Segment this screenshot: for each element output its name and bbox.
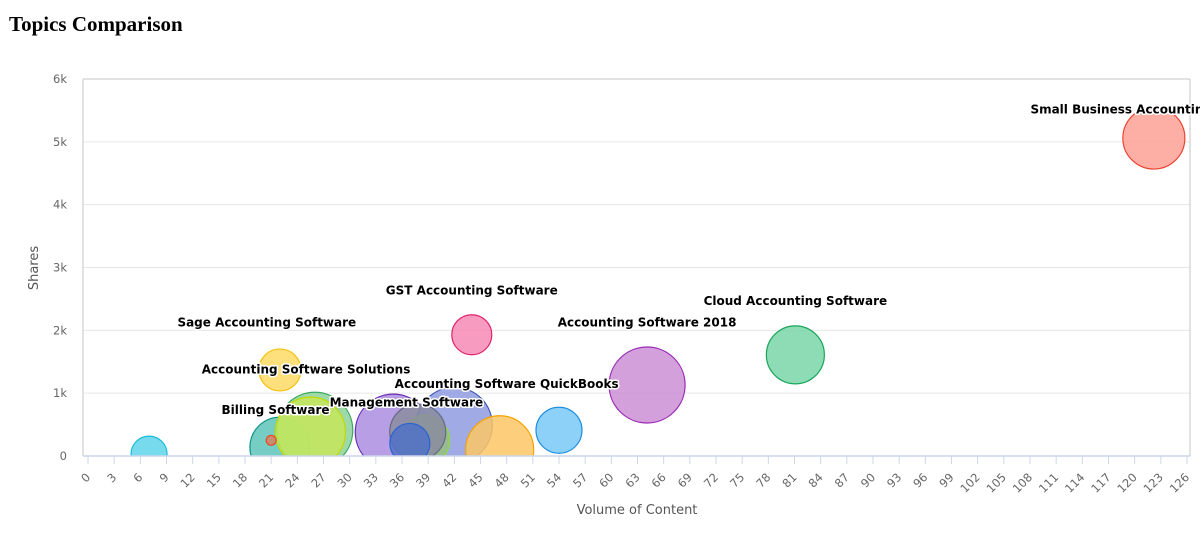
x-tick-label: 63 xyxy=(622,470,642,490)
x-tick-label: 102 xyxy=(957,470,982,495)
x-tick-label: 90 xyxy=(858,470,878,490)
bubble-label: Accounting Software Solutions xyxy=(202,363,411,377)
bubble[interactable] xyxy=(389,422,431,463)
x-tick-label: 51 xyxy=(518,470,538,490)
y-tick-label: 0 xyxy=(60,449,67,463)
y-tick-label: 2k xyxy=(53,323,67,337)
x-tick-label: 105 xyxy=(984,470,1009,495)
y-tick-label: 5k xyxy=(53,135,67,149)
bubble[interactable] xyxy=(265,434,277,446)
x-tick-label: 114 xyxy=(1062,470,1087,495)
x-tick-label: 21 xyxy=(256,470,276,490)
x-tick-label: 111 xyxy=(1036,470,1061,495)
x-tick-label: 24 xyxy=(282,470,302,490)
bubble[interactable] xyxy=(535,406,583,454)
x-tick-label: 39 xyxy=(413,470,433,490)
bubble-label: Sage Accounting Software xyxy=(177,316,356,330)
x-tick-label: 78 xyxy=(753,470,773,490)
x-tick-label: 45 xyxy=(465,470,485,490)
x-tick-label: 3 xyxy=(104,470,119,485)
x-tick-label: 87 xyxy=(832,470,852,490)
y-tick-label: 6k xyxy=(53,72,67,86)
x-tick-label: 117 xyxy=(1088,470,1113,495)
x-tick-label: 96 xyxy=(910,470,930,490)
bubble-chart: Small Business Accounting Software Cloud … xyxy=(27,72,1200,518)
bubble-label: Accounting Software QuickBooks xyxy=(395,377,619,391)
x-tick-label: 15 xyxy=(204,470,224,490)
x-tick-label: 57 xyxy=(570,470,590,490)
bubble-label: Accounting Software 2018 xyxy=(558,316,737,330)
x-tick-label: 36 xyxy=(387,470,407,490)
x-tick-label: 0 xyxy=(78,470,93,485)
bubble-label: GST Accounting Software xyxy=(386,284,558,298)
x-tick-label: 75 xyxy=(727,470,747,490)
y-tick-label: 3k xyxy=(53,261,67,275)
bubble-label: Small Business Accounting Software xyxy=(1030,103,1200,117)
x-axis: 0 3 6 9 12 15 18 21 24 27 30 33 36 39 42 45 48 51 54 57 60 63… xyxy=(78,455,1192,496)
bubble-label: Cloud Accounting Software xyxy=(704,294,888,308)
x-tick-label: 27 xyxy=(308,470,328,490)
x-tick-label: 72 xyxy=(701,470,721,490)
x-tick-label: 120 xyxy=(1114,470,1139,495)
x-tick-label: 42 xyxy=(439,470,459,490)
x-tick-label: 84 xyxy=(806,470,826,490)
bubble[interactable] xyxy=(608,346,686,424)
y-tick-label: 1k xyxy=(53,386,67,400)
x-tick-label: 69 xyxy=(675,470,695,490)
y-tick-label: 4k xyxy=(53,198,67,212)
x-tick-label: 9 xyxy=(157,470,172,485)
x-tick-label: 123 xyxy=(1141,470,1166,495)
bubble[interactable] xyxy=(451,314,493,356)
x-tick-label: 66 xyxy=(649,470,669,490)
x-tick-label: 18 xyxy=(230,470,250,490)
gridlines xyxy=(83,78,1190,394)
x-tick-label: 48 xyxy=(492,470,512,490)
x-tick-label: 93 xyxy=(884,470,904,490)
x-tick-label: 6 xyxy=(130,470,145,485)
x-tick-label: 30 xyxy=(335,470,355,490)
bubbles xyxy=(130,106,1186,472)
x-tick-label: 60 xyxy=(596,470,616,490)
x-tick-label: 33 xyxy=(361,470,381,490)
x-tick-label: 12 xyxy=(178,470,198,490)
y-axis: 0 1k 2k 3k 4k 5k 6k xyxy=(53,72,67,463)
x-tick-label: 54 xyxy=(544,470,564,490)
bubble[interactable] xyxy=(765,325,825,385)
x-axis-title: Volume of Content xyxy=(577,503,698,518)
bubble-label: Management Software xyxy=(330,395,484,409)
bubble[interactable] xyxy=(130,435,168,472)
x-tick-label: 126 xyxy=(1167,470,1192,495)
y-axis-title: Shares xyxy=(27,246,42,291)
x-tick-label: 81 xyxy=(779,470,799,490)
bubble-label: Billing Software xyxy=(222,403,330,417)
bubble-labels: Small Business Accounting Software Cloud … xyxy=(176,101,1200,418)
x-tick-label: 108 xyxy=(1010,470,1035,495)
x-tick-label: 99 xyxy=(936,470,956,490)
